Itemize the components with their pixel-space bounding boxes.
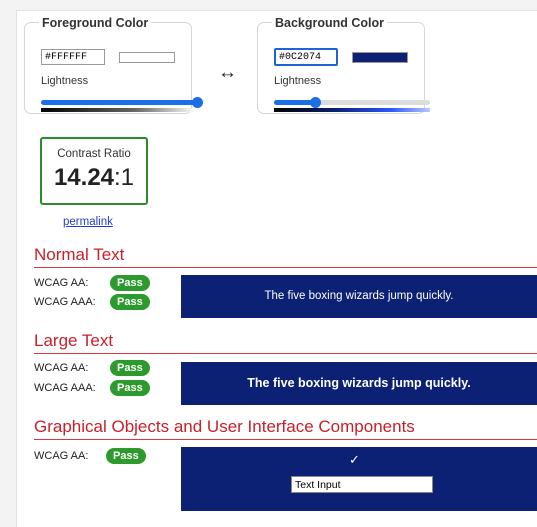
graphical-wcag-aa-label: WCAG AA: — [34, 450, 89, 462]
swap-colors-icon[interactable]: ↔ — [218, 63, 237, 82]
graphical-objects-heading: Graphical Objects and User Interface Com… — [34, 417, 415, 436]
background-lightness-label: Lightness — [274, 75, 322, 87]
background-lightness-slider[interactable] — [274, 97, 430, 108]
normal-text-divider — [34, 267, 537, 268]
background-hex-input[interactable] — [274, 48, 338, 66]
background-color-panel: Background Color Lightness — [257, 16, 430, 114]
normal-wcag-aa-badge: Pass — [110, 275, 150, 291]
normal-wcag-aa-label: WCAG AA: — [34, 277, 89, 289]
contrast-ratio-box: Contrast Ratio 14.24:1 — [40, 137, 148, 205]
graphical-objects-sample: ✓ Text Input — [181, 447, 537, 511]
background-lightness-thumb[interactable] — [309, 97, 321, 108]
normal-text-heading: Normal Text — [34, 245, 125, 264]
large-text-divider — [34, 353, 537, 354]
checkmark-icon[interactable]: ✓ — [349, 453, 360, 466]
foreground-color-swatch[interactable] — [119, 52, 175, 63]
foreground-color-title: Foreground Color — [39, 16, 152, 30]
foreground-lightness-label: Lightness — [41, 75, 89, 87]
background-lightness-gradient — [274, 108, 430, 112]
sample-text-input[interactable]: Text Input — [291, 476, 433, 493]
contrast-ratio-suffix: :1 — [114, 164, 135, 191]
background-color-title: Background Color — [272, 16, 388, 30]
contrast-ratio-number: 14.24 — [53, 164, 115, 191]
foreground-lightness-fill — [41, 100, 197, 105]
large-text-heading: Large Text — [34, 331, 114, 350]
background-color-swatch[interactable] — [352, 52, 408, 63]
foreground-lightness-slider[interactable] — [41, 97, 203, 108]
permalink-link[interactable]: permalink — [63, 216, 113, 228]
contrast-ratio-label: Contrast Ratio — [57, 148, 131, 160]
large-wcag-aa-label: WCAG AA: — [34, 362, 89, 374]
large-text-sample: The five boxing wizards jump quickly. — [181, 362, 537, 405]
large-wcag-aaa-badge: Pass — [110, 380, 150, 396]
normal-wcag-aaa-badge: Pass — [110, 294, 150, 310]
graphical-objects-divider — [34, 439, 537, 440]
normal-text-sample: The five boxing wizards jump quickly. — [181, 275, 537, 318]
graphical-wcag-aa-badge: Pass — [106, 448, 146, 464]
foreground-hex-input[interactable] — [41, 49, 105, 65]
foreground-lightness-gradient — [41, 108, 197, 112]
normal-wcag-aaa-label: WCAG AAA: — [34, 296, 96, 308]
background-lightness-fill — [274, 100, 315, 105]
large-wcag-aaa-label: WCAG AAA: — [34, 382, 96, 394]
large-wcag-aa-badge: Pass — [110, 360, 150, 376]
foreground-lightness-thumb[interactable] — [192, 97, 203, 108]
foreground-color-panel: Foreground Color Lightness — [24, 16, 203, 114]
contrast-ratio-value: 14.24:1 — [42, 164, 146, 192]
